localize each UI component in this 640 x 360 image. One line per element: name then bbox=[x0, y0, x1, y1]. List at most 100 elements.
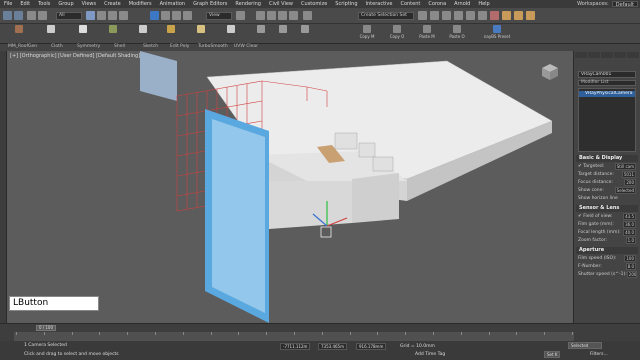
menu-scripting[interactable]: Scripting bbox=[331, 1, 361, 7]
paste-o-button[interactable]: Paste O bbox=[444, 25, 470, 43]
ribbon-sub-uvw-clear[interactable]: UVW Clear bbox=[234, 44, 258, 49]
ribbon-sub-turbosmooth[interactable]: TurboSmooth bbox=[198, 44, 228, 49]
copy-m-button[interactable]: Copy M bbox=[354, 25, 380, 43]
parameter-value-field[interactable]: Still cam bbox=[614, 162, 636, 170]
spinner-snap-icon[interactable] bbox=[289, 11, 298, 20]
x-coordinate-field[interactable]: -7711.112m bbox=[280, 343, 311, 350]
menu-arnold[interactable]: Arnold bbox=[450, 1, 474, 7]
modifier-list-dropdown[interactable]: Modifier List bbox=[578, 80, 636, 86]
naybs-preset-button[interactable]: nayBS Preset bbox=[480, 25, 514, 43]
modify-tab[interactable] bbox=[588, 52, 600, 58]
add-time-tag-button[interactable]: Add Time Tag bbox=[415, 352, 445, 357]
set-key-button[interactable]: Set K bbox=[544, 351, 561, 358]
time-slider[interactable]: 0 / 100 bbox=[36, 325, 56, 331]
link-icon[interactable] bbox=[27, 11, 36, 20]
curve-editor-icon[interactable] bbox=[466, 11, 475, 20]
render-frame-icon[interactable] bbox=[514, 11, 523, 20]
parameter-value-field[interactable]: 100 bbox=[624, 254, 636, 262]
viewcube-icon[interactable] bbox=[541, 63, 559, 81]
scene-explorer-icon[interactable] bbox=[442, 11, 451, 20]
parameter-value-field[interactable]: 40.0 bbox=[623, 228, 636, 236]
rollout-title[interactable]: Basic & Display bbox=[576, 155, 638, 162]
menu-modifiers[interactable]: Modifiers bbox=[125, 1, 156, 7]
render-icon[interactable] bbox=[526, 11, 535, 20]
parameter-value-field[interactable]: 43.5 bbox=[623, 212, 636, 220]
menu-corona[interactable]: Corona bbox=[424, 1, 450, 7]
percent-snap-icon[interactable] bbox=[278, 11, 287, 20]
create-tab[interactable] bbox=[575, 52, 587, 58]
parameter-value-field[interactable]: Selected bbox=[614, 186, 636, 194]
parameter-value-field[interactable]: 1.0 bbox=[625, 236, 636, 244]
ribbon-tool-2[interactable] bbox=[38, 25, 64, 43]
menu-edit[interactable]: Edit bbox=[16, 1, 34, 7]
ribbon-tool-11[interactable] bbox=[292, 25, 318, 43]
mirror-icon[interactable] bbox=[418, 11, 427, 20]
rollout-title[interactable]: Aperture bbox=[576, 247, 638, 254]
placement-icon[interactable] bbox=[183, 11, 192, 20]
menu-rendering[interactable]: Rendering bbox=[231, 1, 265, 7]
paste-m-button[interactable]: Paste M bbox=[414, 25, 440, 43]
select-rotate-icon[interactable] bbox=[161, 11, 170, 20]
hierarchy-tab[interactable] bbox=[601, 52, 613, 58]
viewport-layout-tabs[interactable] bbox=[0, 51, 7, 323]
material-editor-icon[interactable] bbox=[490, 11, 499, 20]
select-scale-icon[interactable] bbox=[172, 11, 181, 20]
region-select-icon[interactable] bbox=[108, 11, 117, 20]
menu-file[interactable]: File bbox=[0, 1, 16, 7]
select-move-icon[interactable] bbox=[150, 11, 159, 20]
key-mode-dropdown[interactable]: Selected bbox=[568, 342, 602, 349]
ribbon-sub-sketch[interactable]: Sketch bbox=[143, 44, 158, 49]
ribbon-sub-shell[interactable]: Shell bbox=[114, 44, 125, 49]
ribbon-tool-8[interactable] bbox=[218, 25, 244, 43]
menu-tools[interactable]: Tools bbox=[34, 1, 54, 7]
schematic-view-icon[interactable] bbox=[478, 11, 487, 20]
viewport[interactable]: [+] [Orthographic] [User Defined] [Defau… bbox=[7, 51, 573, 323]
create-selection-set-dropdown[interactable]: Create Selection Set bbox=[358, 12, 414, 20]
z-coordinate-field[interactable]: 916.178mm bbox=[356, 343, 387, 350]
selection-filter-dropdown[interactable]: All bbox=[56, 12, 82, 20]
object-name-field[interactable]: VRayCam001 bbox=[578, 71, 636, 78]
menu-create[interactable]: Create bbox=[100, 1, 125, 7]
ribbon-sub-edit-poly[interactable]: Edit Poly bbox=[170, 44, 189, 49]
rollout-title[interactable]: Sensor & Lens bbox=[576, 205, 638, 212]
menu-customize[interactable]: Customize bbox=[297, 1, 331, 7]
render-setup-icon[interactable] bbox=[502, 11, 511, 20]
menu-help[interactable]: Help bbox=[474, 1, 493, 7]
menu-views[interactable]: Views bbox=[78, 1, 100, 7]
reference-coordinate-dropdown[interactable]: View bbox=[206, 12, 232, 20]
motion-tab[interactable] bbox=[614, 52, 626, 58]
copy-o-button[interactable]: Copy O bbox=[384, 25, 410, 43]
ribbon-tool-3[interactable] bbox=[70, 25, 96, 43]
y-coordinate-field[interactable]: 7353.465m bbox=[318, 343, 347, 350]
ribbon-tool-6[interactable] bbox=[158, 25, 184, 43]
ribbon-tool-1[interactable] bbox=[6, 25, 32, 43]
track-bar[interactable] bbox=[14, 332, 574, 341]
snap-toggle-icon[interactable] bbox=[256, 11, 265, 20]
angle-snap-icon[interactable] bbox=[267, 11, 276, 20]
align-icon[interactable] bbox=[430, 11, 439, 20]
undo-icon[interactable] bbox=[3, 11, 12, 20]
ribbon-tool-5[interactable] bbox=[130, 25, 156, 43]
select-object-icon[interactable] bbox=[86, 11, 95, 20]
ribbon-tool-7[interactable] bbox=[188, 25, 214, 43]
unlink-icon[interactable] bbox=[38, 11, 47, 20]
parameter-value-field[interactable]: 200 bbox=[624, 178, 636, 186]
display-tab[interactable] bbox=[627, 52, 639, 58]
layer-explorer-icon[interactable] bbox=[454, 11, 463, 20]
parameter-value-field[interactable]: 200 bbox=[626, 270, 637, 278]
menu-animation[interactable]: Animation bbox=[156, 1, 190, 7]
menu-interactive[interactable]: Interactive bbox=[362, 1, 397, 7]
ribbon-tool-4[interactable] bbox=[100, 25, 126, 43]
modifier-stack-item[interactable]: VRayPhysicalCamera bbox=[579, 91, 635, 97]
ribbon-sub-cloth[interactable]: Cloth bbox=[51, 44, 63, 49]
key-filters-button[interactable]: Filters... bbox=[590, 352, 608, 357]
menu-graph-editors[interactable]: Graph Editors bbox=[189, 1, 231, 7]
menu-civil-view[interactable]: Civil View bbox=[265, 1, 297, 7]
ribbon-sub-roofgen[interactable]: MM_RoofGen bbox=[8, 44, 37, 49]
menu-content[interactable]: Content bbox=[396, 1, 424, 7]
select-by-name-icon[interactable] bbox=[97, 11, 106, 20]
menu-group[interactable]: Group bbox=[54, 1, 77, 7]
pivot-icon[interactable] bbox=[236, 11, 245, 20]
workspace-dropdown[interactable]: Default bbox=[611, 1, 638, 8]
ribbon-sub-symmetry[interactable]: Symmetry bbox=[77, 44, 100, 49]
